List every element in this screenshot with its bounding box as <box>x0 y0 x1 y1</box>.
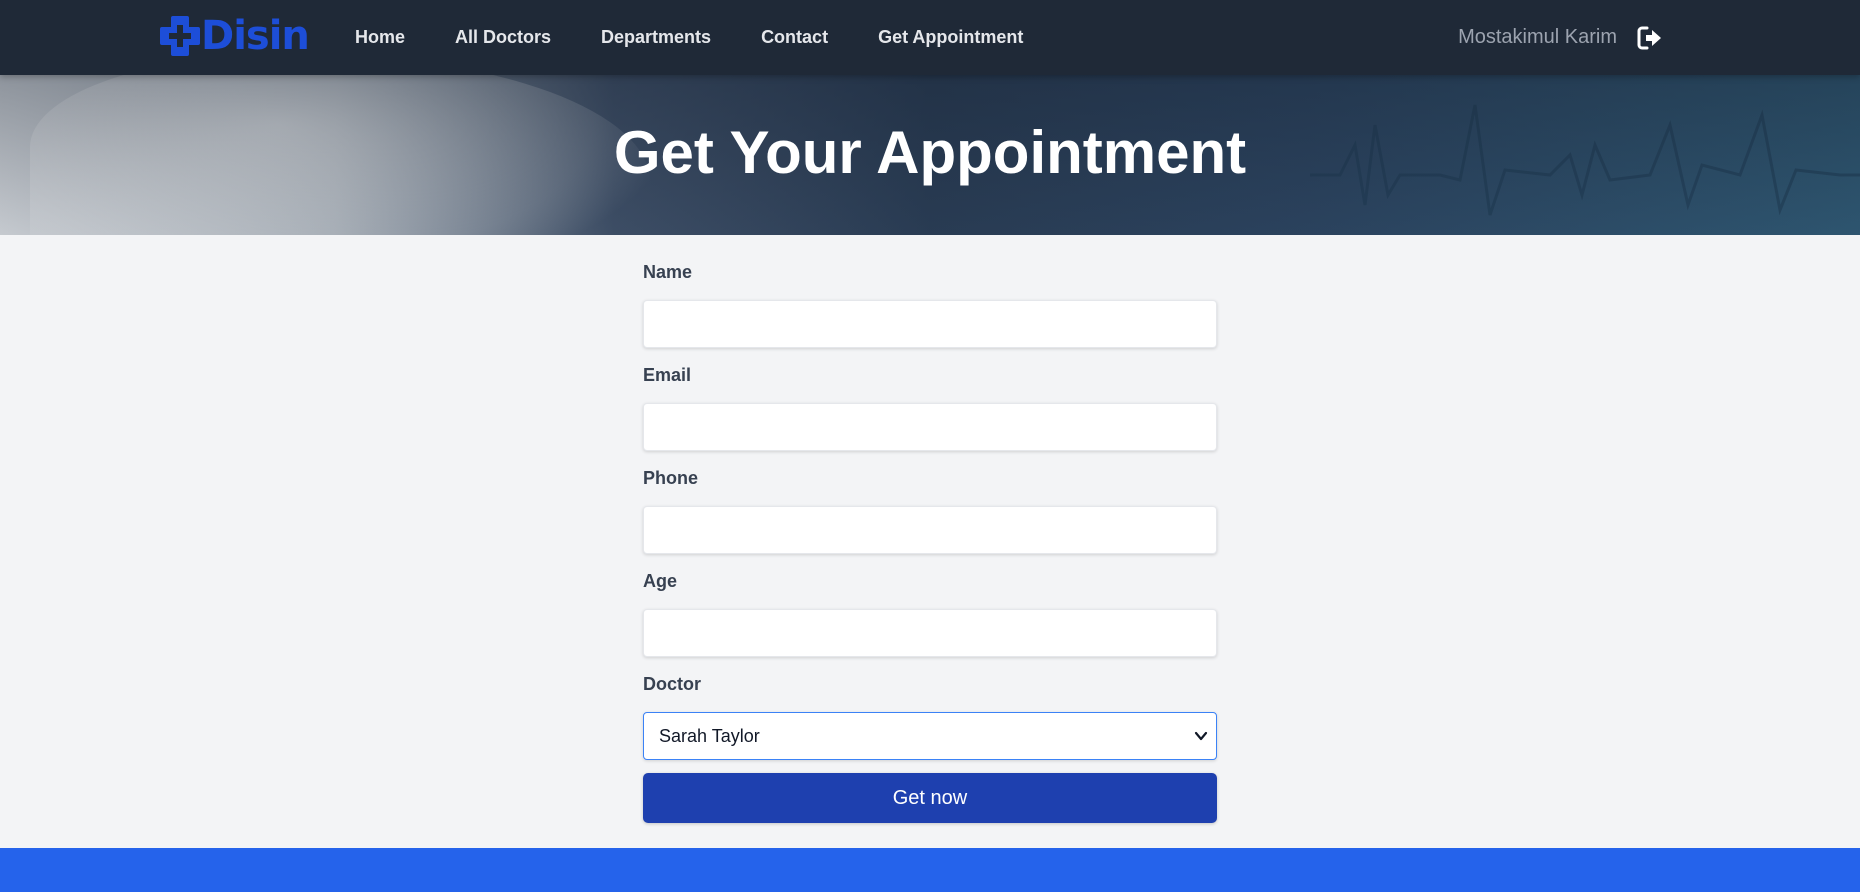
main-nav: Home All Doctors Departments Contact Get… <box>355 0 1073 75</box>
top-navbar: Disin Home All Doctors Departments Conta… <box>0 0 1860 75</box>
name-label: Name <box>643 262 693 282</box>
email-input[interactable] <box>643 403 1217 451</box>
name-field-group: Name <box>643 262 1217 365</box>
age-label: Age <box>643 571 678 591</box>
nav-link-all-doctors[interactable]: All Doctors <box>455 27 551 48</box>
brand-logo[interactable]: Disin <box>160 13 310 59</box>
hero-banner: Get Your Appointment <box>0 75 1860 235</box>
user-name: Mostakimul Karim <box>1458 26 1617 48</box>
nav-link-get-appointment[interactable]: Get Appointment <box>878 27 1023 48</box>
doctor-label: Doctor <box>643 674 701 694</box>
nav-link-departments[interactable]: Departments <box>601 27 711 48</box>
footer-band <box>0 848 1860 892</box>
chevron-down-icon <box>1194 731 1208 741</box>
name-input[interactable] <box>643 300 1217 348</box>
doctor-field-group: Doctor Sarah Taylor <box>643 674 1217 777</box>
user-area: Mostakimul Karim <box>1458 0 1663 75</box>
brand-name: Disin <box>201 13 310 59</box>
phone-label: Phone <box>643 468 699 488</box>
age-input[interactable] <box>643 609 1217 657</box>
sign-out-icon[interactable] <box>1637 25 1663 51</box>
page-title: Get Your Appointment <box>613 119 1247 186</box>
get-now-button[interactable]: Get now <box>643 773 1217 823</box>
nav-link-contact[interactable]: Contact <box>761 27 828 48</box>
email-label: Email <box>643 365 692 385</box>
age-field-group: Age <box>643 571 1217 674</box>
appointment-form: Name Email Phone Age Doctor Sarah Taylor… <box>643 262 1217 823</box>
phone-input[interactable] <box>643 506 1217 554</box>
medical-cross-icon <box>160 16 200 56</box>
doctor-select-value: Sarah Taylor <box>659 726 760 746</box>
doctor-select[interactable]: Sarah Taylor <box>643 712 1217 760</box>
nav-link-home[interactable]: Home <box>355 27 405 48</box>
phone-field-group: Phone <box>643 468 1217 571</box>
email-field-group: Email <box>643 365 1217 468</box>
